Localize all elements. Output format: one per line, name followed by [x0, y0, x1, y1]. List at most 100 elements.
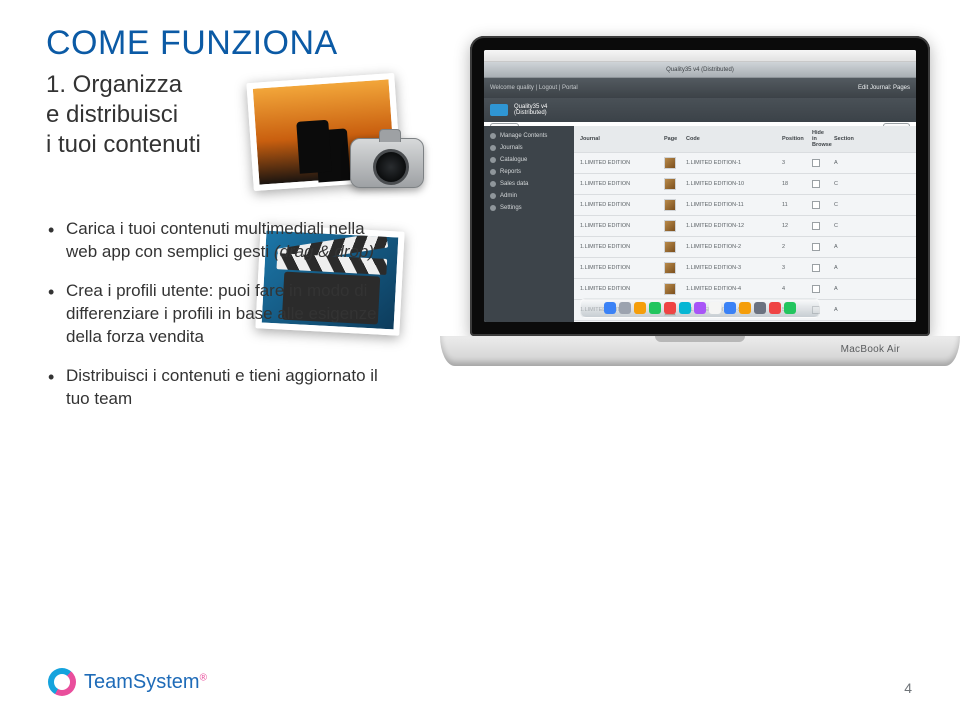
cell-section: A	[834, 160, 862, 166]
dock-app-icon[interactable]	[709, 302, 721, 314]
dock-app-icon[interactable]	[694, 302, 706, 314]
table-row[interactable]: 1.LIMITED EDITION 1.LIMITED EDITION-4 4 A	[574, 279, 916, 300]
browser-tab[interactable]: Quality35 v4 (Distributed)	[484, 62, 916, 78]
cell-journal: 1.LIMITED EDITION	[580, 286, 660, 292]
dock-app-icon[interactable]	[724, 302, 736, 314]
cell-section: A	[834, 286, 862, 292]
cell-code: 1.LIMITED EDITION-11	[686, 202, 778, 208]
hide-checkbox[interactable]	[812, 159, 820, 167]
brand-name: TeamSystem®	[84, 671, 207, 694]
dock-app-icon[interactable]	[679, 302, 691, 314]
cell-code: 1.LIMITED EDITION-2	[686, 244, 778, 250]
camera-icon	[350, 138, 424, 188]
table-row[interactable]: 1.LIMITED EDITION 1.LIMITED EDITION-2 2 A	[574, 237, 916, 258]
page-thumb-icon	[664, 241, 676, 253]
page-number: 4	[904, 680, 912, 696]
cell-code: 1.LIMITED EDITION-1	[686, 160, 778, 166]
hide-checkbox[interactable]	[812, 222, 820, 230]
cell-section: A	[834, 307, 862, 313]
cell-code: 1.LIMITED EDITION-3	[686, 265, 778, 271]
cell-journal: 1.LIMITED EDITION	[580, 265, 660, 271]
bullet-item: Crea i profili utente: puoi fare in modo…	[48, 280, 388, 349]
page-thumb-icon	[664, 178, 676, 190]
sidebar-item-admin[interactable]: Admin	[484, 190, 574, 202]
brand-logo-icon	[48, 668, 76, 696]
cell-journal: 1.LIMITED EDITION	[580, 244, 660, 250]
table-row[interactable]: 1.LIMITED EDITION1.LIMITED EDITION-33A	[574, 258, 916, 279]
cell-position: 11	[782, 202, 808, 208]
laptop-model-text: MacBook Air	[841, 344, 900, 355]
sidebar-item-label: Journals	[500, 145, 523, 151]
sidebar-item-sales-data[interactable]: Sales data	[484, 178, 574, 190]
sidebar-item-reports[interactable]: Reports	[484, 166, 574, 178]
dock-app-icon[interactable]	[604, 302, 616, 314]
page-thumb-icon	[664, 220, 676, 232]
cell-section: A	[834, 244, 862, 250]
table-row[interactable]: 1.LIMITED EDITION1.LIMITED EDITION-1018C	[574, 174, 916, 195]
page-thumb-icon	[664, 157, 676, 169]
cell-section: C	[834, 223, 862, 229]
cell-section: A	[834, 265, 862, 271]
bullet-text: Distribuisci i contenuti e tieni aggiorn…	[66, 366, 378, 408]
table-header: Journal Page Code Position Hide in Brows…	[574, 126, 916, 153]
subtitle-line-1: 1. Organizza	[46, 71, 182, 98]
page-thumb-icon	[664, 262, 676, 274]
col-page: Page	[664, 136, 682, 142]
bullet-item: Distribuisci i contenuti e tieni aggiorn…	[48, 365, 388, 411]
header-welcome: Welcome quality | Logout | Portal	[490, 85, 578, 91]
cell-position: 2	[782, 244, 808, 250]
macos-dock[interactable]	[580, 298, 820, 318]
table-row[interactable]: 1.LIMITED EDITION 1.LIMITED EDITION-12 12 C	[574, 216, 916, 237]
table-row[interactable]: 1.LIMITED EDITION1.LIMITED EDITION-13A	[574, 153, 916, 174]
sidebar-item-label: Admin	[500, 193, 517, 199]
dock-app-icon[interactable]	[634, 302, 646, 314]
cell-position: 4	[782, 286, 808, 292]
page-thumb-icon	[664, 283, 676, 295]
cell-code: 1.LIMITED EDITION-4	[686, 286, 778, 292]
laptop-screen: Quality35 v4 (Distributed) Welcome quali…	[484, 50, 916, 322]
col-section: Section	[834, 136, 862, 142]
panel-title: Edit Journal: Pages	[858, 85, 910, 91]
sidebar-item-label: Manage Contents	[500, 133, 547, 139]
dock-app-icon[interactable]	[754, 302, 766, 314]
sidebar-item-settings[interactable]: Settings	[484, 202, 574, 214]
bullet-emphasis: (drag & drop)	[274, 242, 374, 261]
hide-checkbox[interactable]	[812, 201, 820, 209]
app-sidebar: Manage Contents Journals Catalogue Repor…	[484, 126, 574, 322]
brand-logo: TeamSystem®	[48, 668, 207, 696]
subtitle-line-3: i tuoi contenuti	[46, 131, 201, 158]
app-header: Welcome quality | Logout | Portal Edit J…	[484, 78, 916, 98]
dock-app-icon[interactable]	[784, 302, 796, 314]
app-main: Journal Page Code Position Hide in Brows…	[574, 126, 916, 322]
dock-app-icon[interactable]	[619, 302, 631, 314]
sidebar-item-label: Reports	[500, 169, 521, 175]
sidebar-item-catalogue[interactable]: Catalogue	[484, 154, 574, 166]
hide-checkbox[interactable]	[812, 180, 820, 188]
col-journal: Journal	[580, 136, 660, 142]
dock-app-icon[interactable]	[739, 302, 751, 314]
cell-section: C	[834, 202, 862, 208]
cell-code: 1.LIMITED EDITION-10	[686, 181, 778, 187]
cell-journal: 1.LIMITED EDITION	[580, 160, 660, 166]
slide-subtitle: 1. Organizza e distribuisci i tuoi conte…	[46, 70, 201, 160]
col-position: Position	[782, 136, 808, 142]
dock-app-icon[interactable]	[664, 302, 676, 314]
sidebar-item-label: Catalogue	[500, 157, 527, 163]
col-hide: Hide in Browse	[812, 130, 830, 148]
hide-checkbox[interactable]	[812, 264, 820, 272]
laptop-mockup: Quality35 v4 (Distributed) Welcome quali…	[440, 36, 960, 428]
sidebar-item-journals[interactable]: Journals	[484, 142, 574, 154]
slide-footer: TeamSystem® 4	[0, 668, 960, 696]
dock-app-icon[interactable]	[649, 302, 661, 314]
cell-code: 1.LIMITED EDITION-12	[686, 223, 778, 229]
hide-checkbox[interactable]	[812, 243, 820, 251]
table-row[interactable]: 1.LIMITED EDITION1.LIMITED EDITION-1111C	[574, 195, 916, 216]
cell-position: 12	[782, 223, 808, 229]
macos-menubar	[484, 50, 916, 62]
sidebar-item-manage-contents[interactable]: Manage Contents	[484, 130, 574, 142]
cell-journal: 1.LIMITED EDITION	[580, 223, 660, 229]
dock-app-icon[interactable]	[769, 302, 781, 314]
hide-checkbox[interactable]	[812, 285, 820, 293]
col-code: Code	[686, 136, 778, 142]
product-sub-text: (Distributed)	[514, 110, 547, 116]
